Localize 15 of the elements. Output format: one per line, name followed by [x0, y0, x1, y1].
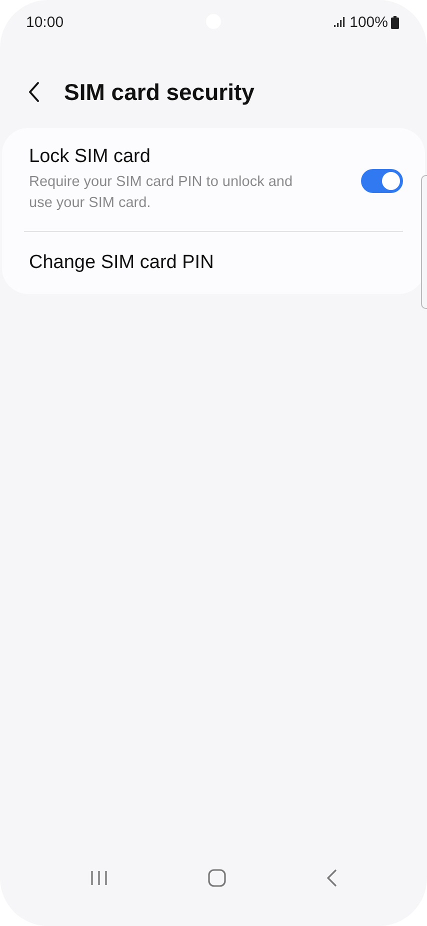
toggle-switch[interactable] — [361, 169, 403, 193]
setting-title: Lock SIM card — [29, 146, 152, 168]
status-time: 10:00 — [26, 14, 64, 30]
setting-title: Change SIM card PIN — [29, 252, 214, 274]
signal-icon — [334, 17, 345, 27]
setting-description: Require your SIM card PIN to unlock and use your SIM card. — [29, 173, 294, 213]
battery-percentage: 100% — [350, 14, 388, 30]
chevron-left-icon — [326, 868, 338, 888]
setting-row[interactable]: Lock SIM card Require your SIM card PIN to unlock and use your SIM card. — [29, 128, 403, 231]
three-lines-icon — [90, 870, 108, 886]
chevron-left-icon — [28, 81, 40, 103]
page-title: SIM card security — [64, 78, 254, 106]
battery-icon — [391, 16, 399, 28]
rounded-square-icon — [206, 868, 226, 888]
setting-row[interactable]: Change SIM card PIN — [29, 232, 403, 294]
